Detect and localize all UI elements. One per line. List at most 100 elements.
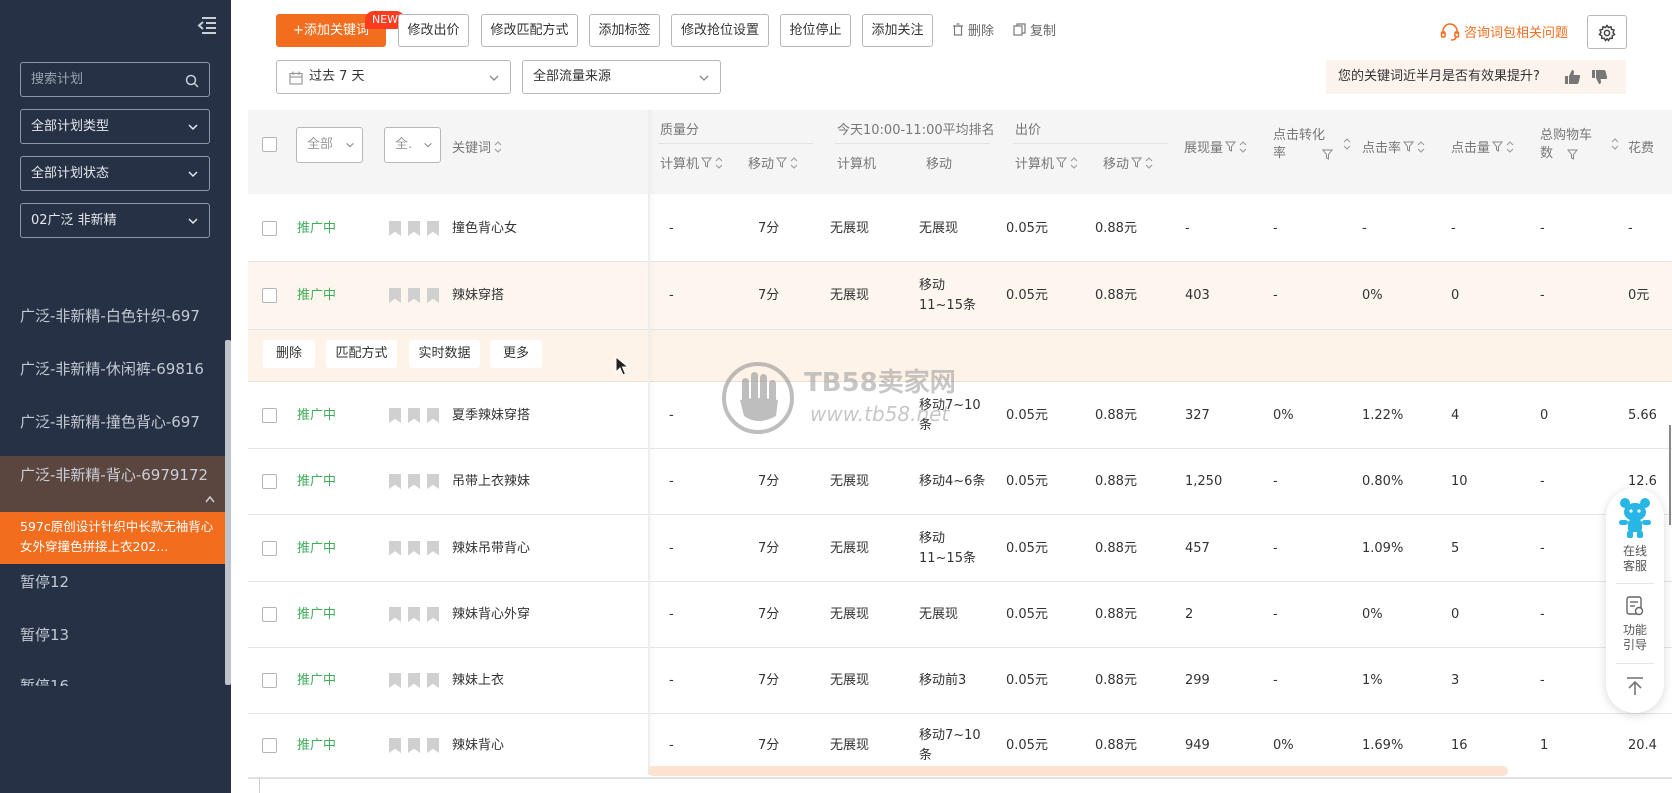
table-row[interactable]: 推广中 吊带上衣辣妹 - 7分 无展现 移动4~6条 0.05元 0.88元 1,250 - 0.8… bbox=[248, 449, 1672, 515]
bookmark-flag-icon[interactable] bbox=[389, 540, 401, 556]
bookmark-flag-icon[interactable] bbox=[408, 540, 420, 556]
bookmark-flag-icon[interactable] bbox=[408, 474, 420, 489]
modify-bid-button[interactable]: 修改出价 bbox=[398, 14, 469, 47]
vertical-scrollbar[interactable] bbox=[1669, 425, 1671, 525]
sort-icon[interactable] bbox=[1610, 137, 1620, 151]
row-checkbox[interactable] bbox=[262, 607, 277, 622]
sidebar-plan-item[interactable]: 暂停12 bbox=[20, 571, 220, 592]
table-row[interactable]: 推广中 辣妹背心外穿 - 7分 无展现 无展现 0.05元 0.88元 2 - 0% 0 - bbox=[248, 582, 1672, 648]
plan-search-input[interactable]: 搜索计划 bbox=[20, 62, 210, 97]
settings-button[interactable] bbox=[1587, 15, 1627, 49]
bookmark-flag-icon[interactable] bbox=[427, 288, 439, 303]
table-row[interactable]: 推广中 撞色背心女 - 7分 无展现 无展现 0.05元 0.88元 - - - - - - bbox=[248, 196, 1672, 262]
thumbs-down-icon[interactable] bbox=[1591, 69, 1608, 85]
sort-icon[interactable] bbox=[1069, 156, 1079, 170]
filter-icon[interactable] bbox=[1403, 141, 1415, 152]
filter-icon[interactable] bbox=[1131, 157, 1143, 168]
filter-icon[interactable] bbox=[1056, 157, 1068, 168]
sidebar-plan-item[interactable]: 广泛-非新精-休闲裤-69816 bbox=[20, 358, 220, 379]
row-realtime-button[interactable]: 实时数据 bbox=[409, 340, 480, 368]
sort-icon[interactable] bbox=[789, 156, 799, 170]
traffic-source-select[interactable]: 全部流量来源 bbox=[522, 60, 721, 94]
bookmark-flag-icon[interactable] bbox=[427, 221, 439, 236]
filter-icon[interactable] bbox=[1567, 149, 1578, 160]
bookmark-flag-icon[interactable] bbox=[389, 673, 401, 688]
plan-type-select[interactable]: 全部计划类型 bbox=[20, 109, 210, 144]
sidebar-plan-item[interactable]: 暂停13 bbox=[20, 624, 220, 645]
bookmark-flag-icon[interactable] bbox=[389, 288, 401, 303]
plan-status-select[interactable]: 全部计划状态 bbox=[20, 156, 210, 191]
sort-icon[interactable] bbox=[714, 156, 724, 170]
row-checkbox[interactable] bbox=[262, 221, 277, 236]
online-service-button[interactable]: 在线客服 bbox=[1606, 496, 1664, 574]
date-range-select[interactable]: 过去 7 天 bbox=[276, 60, 511, 94]
sidebar-plan-item[interactable]: 暂停16 bbox=[20, 675, 220, 686]
row-keyword[interactable]: 吊带上衣辣妹 bbox=[452, 472, 530, 492]
row-keyword[interactable]: 辣妹上衣 bbox=[452, 671, 504, 691]
sort-icon[interactable] bbox=[1416, 140, 1426, 154]
copy-action[interactable]: 复制 bbox=[1013, 20, 1056, 39]
add-tag-button[interactable]: 添加标签 bbox=[589, 14, 660, 47]
sort-icon[interactable] bbox=[493, 140, 503, 154]
bookmark-flag-icon[interactable] bbox=[389, 738, 401, 753]
row-checkbox[interactable] bbox=[262, 738, 277, 753]
row-checkbox[interactable] bbox=[262, 673, 277, 688]
tag-filter-select[interactable]: 全. bbox=[384, 127, 441, 163]
header-ctr[interactable]: 点击率 bbox=[1362, 137, 1426, 156]
sidebar-scrollbar[interactable] bbox=[225, 340, 231, 685]
bookmark-flag-icon[interactable] bbox=[427, 408, 439, 423]
bookmark-flag-icon[interactable] bbox=[408, 738, 420, 753]
row-delete-button[interactable]: 删除 bbox=[263, 340, 315, 368]
row-checkbox[interactable] bbox=[262, 288, 277, 303]
table-row[interactable]: 推广中 辣妹吊带背心 - 7分 无展现 移动11~15条 0.05元 0.88元 457 - 1.0… bbox=[248, 515, 1672, 582]
bookmark-flag-icon[interactable] bbox=[427, 474, 439, 489]
header-clicks[interactable]: 点击量 bbox=[1451, 137, 1515, 156]
sort-icon[interactable] bbox=[1144, 156, 1154, 170]
select-all-checkbox[interactable] bbox=[262, 137, 277, 152]
bookmark-flag-icon[interactable] bbox=[389, 408, 401, 423]
plan-filter-select[interactable]: 02广泛 非新精 bbox=[20, 203, 210, 238]
row-match-button[interactable]: 匹配方式 bbox=[326, 340, 397, 368]
bookmark-flag-icon[interactable] bbox=[408, 408, 420, 423]
filter-icon[interactable] bbox=[701, 157, 713, 168]
sort-icon[interactable] bbox=[1342, 137, 1352, 151]
row-more-button[interactable]: 更多 bbox=[490, 340, 542, 368]
bookmark-flag-icon[interactable] bbox=[408, 288, 420, 303]
bookmark-flag-icon[interactable] bbox=[389, 607, 401, 622]
row-checkbox[interactable] bbox=[262, 408, 277, 423]
row-keyword[interactable]: 夏季辣妹穿搭 bbox=[452, 406, 530, 426]
sidebar-plan-item[interactable]: 广泛-非新精-撞色背心-697 bbox=[20, 411, 220, 432]
header-bid-pc[interactable]: 计算机 bbox=[1015, 153, 1079, 172]
header-quality-mobile[interactable]: 移动 bbox=[748, 153, 799, 172]
row-keyword[interactable]: 辣妹穿搭 bbox=[452, 286, 504, 306]
header-keyword[interactable]: 关键词 bbox=[452, 137, 503, 156]
sidebar-plan-group[interactable]: 广泛-非新精-背心-6979172 bbox=[0, 456, 226, 512]
table-row[interactable]: 推广中 辣妹穿搭 - 7分 无展现 移动11~15条 0.05元 0.88元 403 - 0% 0 - 0… bbox=[248, 262, 1672, 330]
header-cost[interactable]: 花费 bbox=[1628, 137, 1668, 156]
bookmark-flag-icon[interactable] bbox=[389, 221, 401, 236]
bookmark-flag-icon[interactable] bbox=[389, 474, 401, 489]
modify-match-button[interactable]: 修改匹配方式 bbox=[481, 14, 578, 47]
row-keyword[interactable]: 撞色背心女 bbox=[452, 219, 517, 239]
menu-collapse-icon[interactable] bbox=[196, 14, 218, 36]
consult-link[interactable]: 咨询词包相关问题 bbox=[1440, 22, 1568, 41]
table-row[interactable]: 推广中 辣妹上衣 - 7分 无展现 移动前3 0.05元 0.88元 299 - 1% 3 - bbox=[248, 648, 1672, 714]
sort-icon[interactable] bbox=[1505, 140, 1515, 154]
bookmark-flag-icon[interactable] bbox=[408, 673, 420, 688]
filter-icon[interactable] bbox=[1225, 141, 1237, 152]
sort-icon[interactable] bbox=[1238, 140, 1248, 154]
sidebar-selected-product[interactable]: 597c原创设计针织中长款无袖背心女外穿撞色拼接上衣202... bbox=[0, 512, 226, 564]
header-bid-mobile[interactable]: 移动 bbox=[1103, 153, 1154, 172]
row-keyword[interactable]: 辣妹背心 bbox=[452, 736, 504, 756]
status-filter-select[interactable]: 全部 bbox=[296, 127, 363, 163]
chevron-up-icon[interactable] bbox=[204, 494, 216, 504]
bookmark-flag-icon[interactable] bbox=[427, 540, 439, 556]
bookmark-flag-icon[interactable] bbox=[427, 673, 439, 688]
bookmark-flag-icon[interactable] bbox=[408, 221, 420, 236]
row-checkbox[interactable] bbox=[262, 474, 277, 489]
feature-guide-button[interactable]: 功能引导 bbox=[1606, 595, 1664, 653]
bookmark-flag-icon[interactable] bbox=[408, 607, 420, 622]
back-to-top-button[interactable] bbox=[1606, 675, 1664, 701]
sidebar-plan-item[interactable]: 广泛-非新精-白色针织-697 bbox=[20, 305, 220, 326]
row-checkbox[interactable] bbox=[262, 540, 277, 556]
